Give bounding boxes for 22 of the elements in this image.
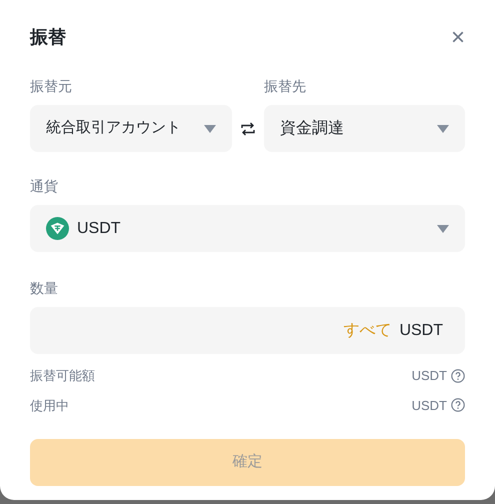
help-icon[interactable]	[451, 368, 465, 383]
info-label: 使用中	[30, 396, 69, 414]
from-account-select[interactable]: 統合取引アカウント	[30, 105, 232, 152]
field-label: 振替先	[264, 77, 307, 96]
caret-icon	[437, 224, 449, 232]
coin-icon	[46, 217, 69, 240]
dialog-title: 振替	[30, 27, 66, 49]
swap-icon[interactable]	[240, 122, 256, 136]
unit-text: USDT	[399, 320, 443, 340]
caret-icon	[204, 124, 216, 132]
info-value: USDT	[412, 367, 447, 385]
field-label: 数量	[30, 279, 59, 298]
currency-select[interactable]: USDT	[30, 205, 465, 252]
amount-field[interactable]: すべて USDT	[30, 307, 465, 354]
field-label: 通貨	[30, 177, 59, 196]
info-value: USDT	[412, 396, 447, 414]
close-button[interactable]: ×	[450, 26, 465, 50]
to-account-select[interactable]: 資金調達	[264, 105, 465, 152]
help-icon[interactable]	[451, 398, 465, 412]
field-label: 振替元	[30, 77, 73, 96]
info-label: 振替可能額	[30, 367, 95, 385]
caret-icon	[437, 124, 449, 132]
